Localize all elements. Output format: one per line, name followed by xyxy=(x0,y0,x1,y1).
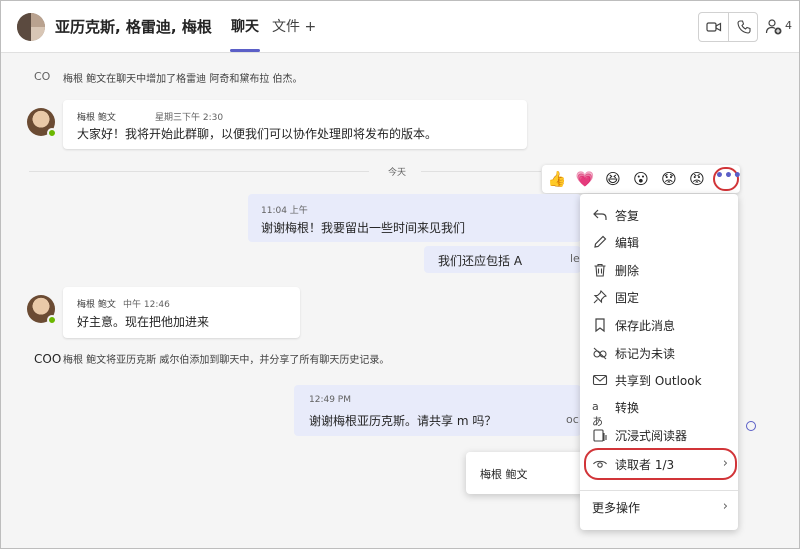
avatar-megan[interactable] xyxy=(27,295,57,325)
laugh-reaction-icon[interactable]: 😆 xyxy=(603,169,623,189)
menu-item-immersive-reader[interactable]: 沉浸式阅读器 xyxy=(580,422,738,448)
people-add-icon xyxy=(765,19,782,35)
teams-chat-window: 亚历克斯, 格雷迪, 梅根 聊天 文件 + 4 CO 梅根 鲍文在聊天中增加了格… xyxy=(0,0,800,549)
menu-item-label: 编辑 xyxy=(615,236,640,250)
group-avatar[interactable] xyxy=(17,13,45,41)
audio-call-icon[interactable] xyxy=(736,19,752,35)
like-reaction-icon[interactable]: 👍 xyxy=(547,169,567,189)
date-divider-label: 今天 xyxy=(388,168,407,178)
chevron-right-icon: › xyxy=(722,499,728,514)
menu-item-reply[interactable]: 答复 xyxy=(580,202,738,228)
participants-button[interactable]: 4 xyxy=(765,15,795,39)
presence-available-icon xyxy=(47,128,57,138)
message-text-overflow: le xyxy=(570,252,580,265)
message-card[interactable]: 梅根 鲍文 中午 12:46 好主意。现在把他加进来 xyxy=(63,287,300,338)
menu-item-label: 沉浸式阅读器 xyxy=(615,429,688,443)
active-tab-indicator xyxy=(230,49,260,52)
tab-files-label: 文件 xyxy=(272,19,300,35)
tab-chat[interactable]: 聊天 xyxy=(231,16,259,36)
chat-header: 亚历克斯, 格雷迪, 梅根 聊天 文件 + 4 xyxy=(1,1,799,53)
message-time: 星期三下午 2:30 xyxy=(155,113,224,123)
my-message-card[interactable]: 我们还应包括 A xyxy=(424,246,581,273)
message-text: 谢谢梅根亚历克斯。请共享 m 吗？ xyxy=(309,414,497,428)
my-message-card[interactable]: 11:04 上午 谢谢梅根！我要留出一些时间来见我们 xyxy=(248,194,581,242)
participant-count: 4 xyxy=(785,19,792,32)
message-sender: 梅根 鲍文 xyxy=(77,113,116,123)
edit-icon xyxy=(594,235,607,248)
menu-item-label: 答复 xyxy=(615,209,640,223)
menu-item-share-outlook[interactable]: 共享到 Outlook xyxy=(580,367,738,393)
menu-item-label: 共享到 Outlook xyxy=(615,374,702,388)
menu-item-more-actions[interactable]: 更多操作 › xyxy=(580,494,738,520)
menu-item-edit[interactable]: 编辑 xyxy=(580,229,738,255)
menu-item-label: 固定 xyxy=(615,291,640,305)
message-text: 谢谢梅根！我要留出一些时间来见我们 xyxy=(261,221,466,235)
message-time: 11:04 上午 xyxy=(261,206,308,216)
translate-icon: aあ xyxy=(592,400,603,428)
menu-item-translate[interactable]: aあ 转换 xyxy=(580,394,738,428)
people-added-icon: CO xyxy=(34,70,51,83)
chat-title[interactable]: 亚历克斯, 格雷迪, 梅根 xyxy=(55,16,212,37)
avatar-megan[interactable] xyxy=(27,108,57,138)
menu-item-label: 保存此消息 xyxy=(615,319,676,333)
mark-unread-icon xyxy=(593,347,607,360)
sad-reaction-icon[interactable]: 😟 xyxy=(659,169,679,189)
system-message-added: 梅根 鲍文在聊天中增加了格雷迪 阿奇和黛布拉 伯杰。 xyxy=(63,74,303,85)
add-tab-button[interactable]: + xyxy=(304,19,316,35)
menu-item-save[interactable]: 保存此消息 xyxy=(580,312,738,338)
menu-item-pin[interactable]: 固定 xyxy=(580,284,738,310)
reply-icon xyxy=(593,209,607,220)
read-by-highlight xyxy=(584,448,737,480)
message-card[interactable]: 梅根 鲍文 星期三下午 2:30 大家好！我将开始此群聊，以便我们可以协作处理即… xyxy=(63,100,527,149)
video-call-icon[interactable] xyxy=(706,19,722,35)
menu-item-label: 转换 xyxy=(615,401,640,415)
date-divider-right xyxy=(421,171,541,172)
read-by-popup: 梅根 鲍文 xyxy=(466,452,584,494)
angry-reaction-icon[interactable]: 😡 xyxy=(687,169,707,189)
message-sender: 梅根 鲍文 xyxy=(77,300,116,310)
menu-item-delete[interactable]: 删除 xyxy=(580,257,738,283)
menu-item-mark-unread[interactable]: 标记为未读 xyxy=(580,340,738,366)
heart-reaction-icon[interactable]: 💗 xyxy=(575,169,595,189)
immersive-reader-icon xyxy=(593,429,607,442)
menu-item-label: 删除 xyxy=(615,264,640,278)
system-message-history: 梅根 鲍文将亚历克斯 威尔伯添加到聊天中，并分享了所有聊天历史记录。 xyxy=(63,355,390,366)
delete-icon xyxy=(594,263,606,277)
message-time: 中午 12:46 xyxy=(123,300,170,310)
reaction-bar: 👍 💗 😆 😮 😟 😡 ••• xyxy=(542,165,742,193)
pin-icon xyxy=(593,290,607,304)
people-added-icon: COO xyxy=(34,352,62,366)
message-time: 12:49 PM xyxy=(309,395,351,405)
reader-name: 梅根 鲍文 xyxy=(480,468,528,481)
message-text: 好主意。现在把他加进来 xyxy=(77,315,210,329)
presence-available-icon xyxy=(47,315,57,325)
date-divider-left xyxy=(29,171,369,172)
mail-icon xyxy=(592,374,608,386)
my-message-card[interactable]: 12:49 PM 谢谢梅根亚历克斯。请共享 m 吗？ xyxy=(294,385,581,436)
call-buttons xyxy=(698,12,758,42)
menu-item-label: 标记为未读 xyxy=(615,347,676,361)
bookmark-icon xyxy=(595,318,605,333)
menu-item-label: 更多操作 xyxy=(592,501,641,515)
message-text: 大家好！我将开始此群聊，以便我们可以协作处理即将发布的版本。 xyxy=(77,127,438,141)
tab-files[interactable]: 文件 + xyxy=(272,16,316,36)
message-text: 我们还应包括 A xyxy=(438,254,523,268)
surprised-reaction-icon[interactable]: 😮 xyxy=(631,169,651,189)
message-text-overflow: oc xyxy=(566,413,579,426)
seen-status-icon xyxy=(746,421,756,431)
menu-separator xyxy=(580,490,738,491)
more-options-button[interactable]: ••• xyxy=(713,167,742,191)
